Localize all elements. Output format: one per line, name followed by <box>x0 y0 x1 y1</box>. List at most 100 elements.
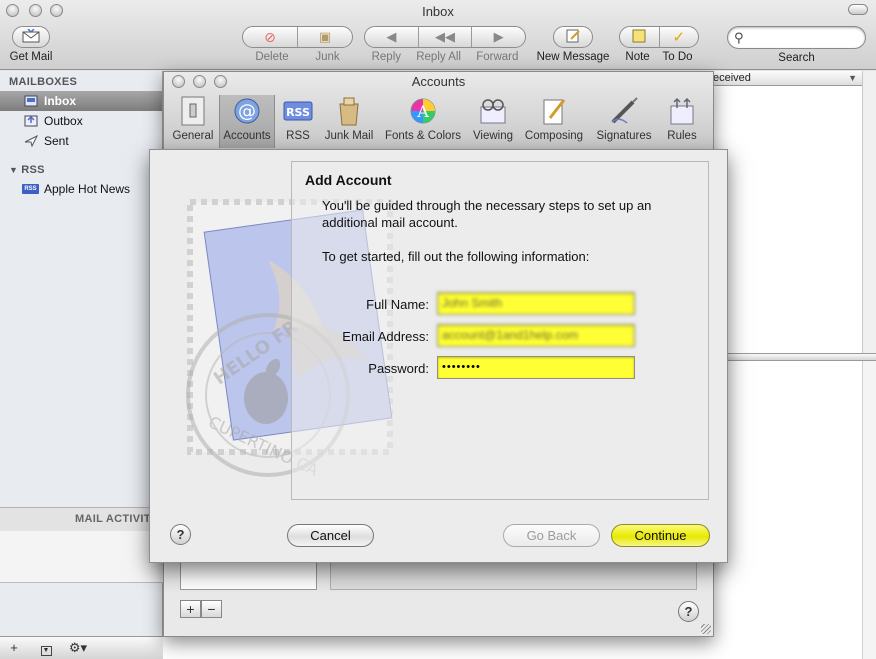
rules-envelope-icon <box>668 96 696 129</box>
note-label: Note <box>625 51 650 63</box>
email-address-label: Email Address: <box>342 329 429 344</box>
account-details-panel <box>330 562 697 590</box>
forward-button[interactable]: ▶ <box>471 27 525 47</box>
envelope-icon <box>22 27 40 46</box>
delete-label: Delete <box>255 51 289 63</box>
checkmark-icon: ✓ <box>672 29 686 46</box>
forward-arrow-icon: ▶ <box>493 29 504 44</box>
full-name-input[interactable]: John Smith <box>437 292 635 315</box>
add-mailbox-button[interactable]: + <box>6 640 22 656</box>
tab-viewing[interactable]: Viewing <box>469 96 517 142</box>
reply-label: Reply <box>371 51 402 63</box>
light-switch-icon <box>180 96 206 129</box>
search-label: Search <box>778 52 815 64</box>
email-address-input[interactable]: account@1and1help.com <box>437 324 635 347</box>
sidebar-item-sent[interactable]: Sent <box>0 131 162 151</box>
window-title: Inbox <box>422 4 454 19</box>
add-account-button[interactable]: + <box>180 600 201 618</box>
outbox-tray-icon <box>24 115 38 127</box>
full-name-label: Full Name: <box>366 297 429 312</box>
instruction-text: To get started, fill out the following i… <box>322 249 590 264</box>
intro-text: You'll be guided through the necessary s… <box>322 198 652 230</box>
mailbox-sidebar: MAILBOXES Inbox Outbox Sent ▼ RSS RSS App… <box>0 71 163 636</box>
reply-all-label: Reply All <box>416 51 461 63</box>
todo-label: To Do <box>662 51 693 63</box>
fountain-pen-icon <box>609 96 639 129</box>
remove-account-button[interactable]: − <box>201 600 222 618</box>
sheet-help-button[interactable]: ? <box>170 524 191 545</box>
action-menu-button[interactable]: ⚙▾ <box>66 640 90 656</box>
tab-accounts[interactable]: @ Accounts <box>219 95 275 148</box>
sidebar-item-label: Outbox <box>44 114 83 128</box>
reply-all-button[interactable]: ◀◀ <box>417 27 472 47</box>
sort-arrow-icon: ▼ <box>848 73 857 83</box>
sidebar-item-apple-hot-news[interactable]: RSS Apple Hot News <box>0 179 162 199</box>
tab-rules[interactable]: Rules <box>660 96 704 142</box>
sidebar-item-label: Sent <box>44 134 69 148</box>
add-account-sheet: HELLO FR CUPERTINO CA Add Account You'll… <box>149 149 728 563</box>
junk-bag-icon <box>336 96 362 129</box>
accounts-list[interactable] <box>180 562 317 590</box>
note-button[interactable] <box>620 27 659 47</box>
mail-activity-pane <box>0 531 163 583</box>
search-input[interactable]: ⚲ <box>727 26 866 49</box>
note-todo-group: ✓ Note To Do <box>619 26 699 63</box>
get-mail-button[interactable]: Get Mail <box>8 26 54 63</box>
mailboxes-header: MAILBOXES <box>9 76 78 88</box>
compose-pencil-icon <box>565 28 581 47</box>
prefs-title: Accounts <box>411 74 466 89</box>
resize-grip-icon[interactable] <box>701 624 711 634</box>
rss-icon: RSS <box>22 184 39 194</box>
todo-button[interactable]: ✓ <box>658 27 699 47</box>
paper-plane-icon <box>24 134 39 148</box>
tab-rss[interactable]: RSS RSS <box>278 96 318 142</box>
date-received-column-header[interactable]: eceived ▼ <box>710 71 862 86</box>
sidebar-item-outbox[interactable]: Outbox <box>0 111 162 131</box>
reply-group: ◀ ◀◀ ▶ Reply Reply All Forward <box>364 26 526 63</box>
mail-activity-header[interactable]: MAIL ACTIVITY <box>0 507 163 531</box>
message-list-scrollbar[interactable] <box>862 71 876 353</box>
continue-button[interactable]: Continue <box>611 524 710 547</box>
sheet-title: Add Account <box>305 172 392 188</box>
sidebar-item-inbox[interactable]: Inbox <box>0 91 162 111</box>
activity-toggle-icon: ▼ <box>40 646 52 656</box>
svg-text:A: A <box>416 102 429 121</box>
tab-junk-mail[interactable]: Junk Mail <box>321 96 377 142</box>
preview-scrollbar[interactable] <box>862 361 876 659</box>
svg-text:@: @ <box>238 101 256 122</box>
delete-junk-group: ⊘ ▣ Delete Junk <box>242 26 353 63</box>
prefs-help-button[interactable]: ? <box>678 601 699 622</box>
inbox-tray-icon <box>24 95 38 107</box>
get-mail-label: Get Mail <box>9 51 53 63</box>
search-icon: ⚲ <box>734 30 744 45</box>
delete-icon: ⊘ <box>264 28 276 45</box>
reply-arrow-icon: ◀ <box>386 29 397 44</box>
sidebar-item-label: Inbox <box>44 94 76 108</box>
junk-label: Junk <box>315 51 340 63</box>
mail-toolbar: Inbox Get Mail ⊘ ▣ Delete Junk ◀ ◀◀ ▶ Re… <box>0 0 876 70</box>
sidebar-item-label: Apple Hot News <box>44 182 131 196</box>
reply-button[interactable]: ◀ <box>365 27 418 47</box>
at-sign-icon: @ <box>233 97 261 128</box>
tab-signatures[interactable]: Signatures <box>591 96 657 142</box>
cancel-button[interactable]: Cancel <box>287 524 374 547</box>
delete-button[interactable]: ⊘ <box>243 27 297 47</box>
forward-label: Forward <box>476 51 519 63</box>
junk-bag-icon: ▣ <box>318 29 332 44</box>
disclosure-triangle-icon[interactable]: ▼ <box>9 165 18 175</box>
rss-header[interactable]: ▼ RSS <box>0 159 162 179</box>
password-input[interactable]: •••••••• <box>437 356 635 379</box>
new-message-button[interactable]: New Message <box>536 26 610 63</box>
preferences-toolbar: Accounts General @ Accounts RSS RSS Junk… <box>164 72 713 150</box>
new-message-label: New Message <box>536 51 610 63</box>
password-label: Password: <box>368 361 429 376</box>
glasses-message-icon <box>478 97 508 128</box>
tab-fonts-colors[interactable]: A Fonts & Colors <box>380 96 466 142</box>
go-back-button[interactable]: Go Back <box>503 524 600 547</box>
tab-general[interactable]: General <box>170 96 216 142</box>
toolbar-toggle-button[interactable] <box>848 4 868 15</box>
rss-icon: RSS <box>283 101 313 124</box>
show-hide-activity-button[interactable]: ▼ <box>38 640 54 656</box>
junk-button[interactable]: ▣ <box>297 27 352 47</box>
tab-composing[interactable]: Composing <box>520 96 588 142</box>
